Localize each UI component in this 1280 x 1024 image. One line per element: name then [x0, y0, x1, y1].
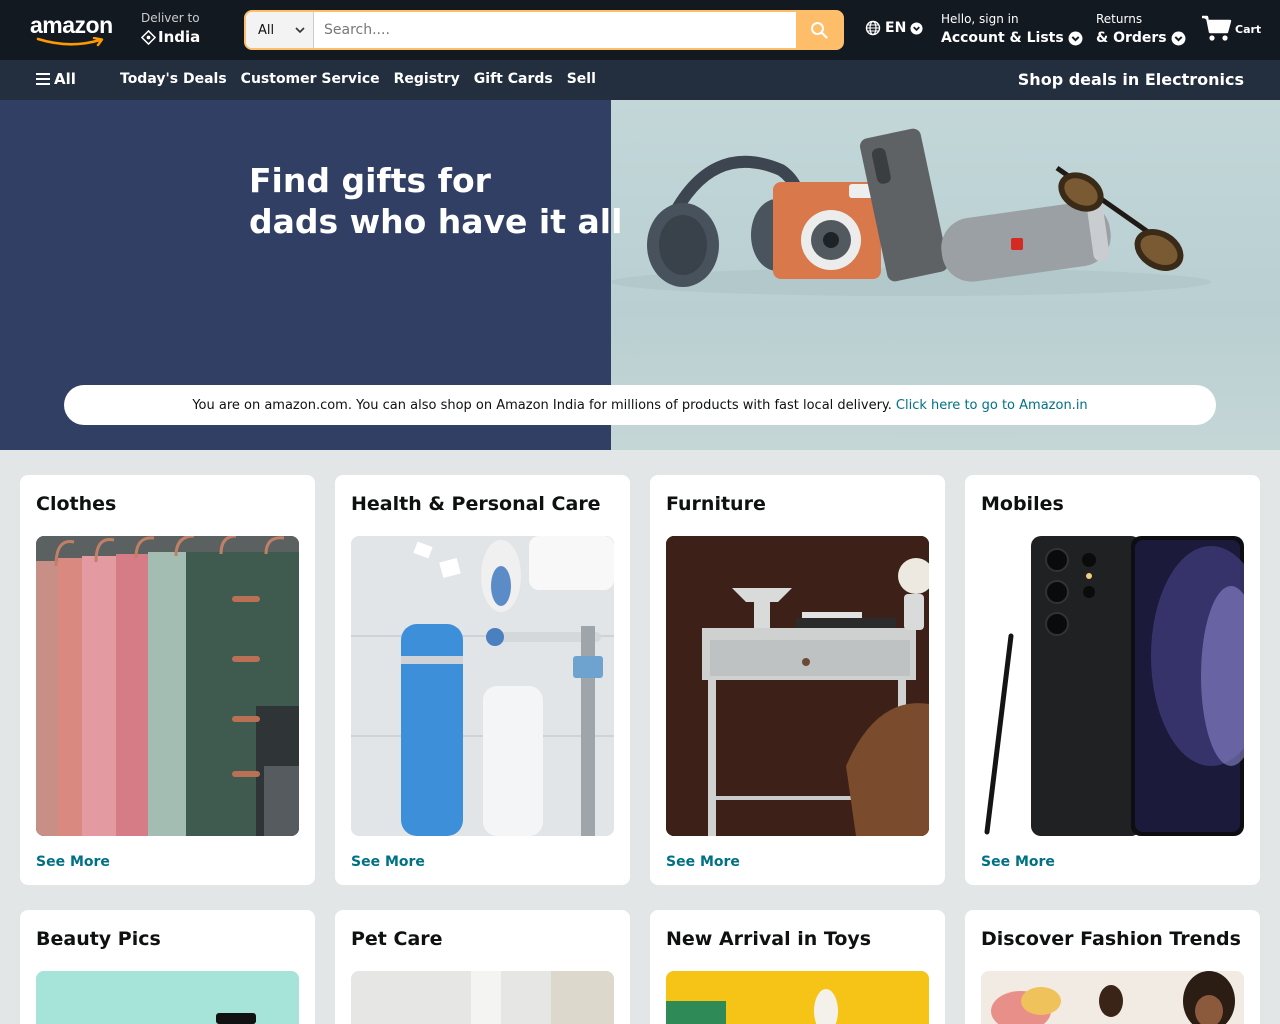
- see-more-link[interactable]: See More: [981, 854, 1055, 870]
- chevron-circle-icon: [910, 21, 923, 35]
- pet-care-image[interactable]: [351, 971, 614, 1024]
- orders-label: & Orders: [1096, 30, 1167, 46]
- top-header: amazon Deliver to India All Search.... E…: [0, 0, 1280, 60]
- toys-image[interactable]: [666, 971, 929, 1024]
- see-more-link[interactable]: See More: [36, 854, 110, 870]
- returns-label: Returns: [1096, 12, 1143, 26]
- toys-illustration: [666, 971, 929, 1024]
- amazon-logo[interactable]: amazon: [30, 12, 114, 48]
- amazon-india-link[interactable]: Click here to go to Amazon.in: [896, 398, 1088, 413]
- search-input[interactable]: [314, 12, 796, 48]
- account-greeting: Hello, sign in: [941, 12, 1019, 26]
- hero-title: Find gifts for dads who have it all: [249, 160, 622, 242]
- cart-button[interactable]: Cart: [1201, 14, 1261, 42]
- camera-image: [773, 182, 881, 279]
- account-lists-label: Account & Lists: [941, 30, 1064, 46]
- clothes-image[interactable]: [36, 536, 299, 836]
- nav-link-sell[interactable]: Sell: [567, 71, 596, 87]
- location-pin-icon: [141, 29, 156, 45]
- category-card-health: Health & Personal Care See More: [335, 475, 630, 885]
- search-icon: [811, 22, 828, 39]
- category-card-beauty: Beauty Pics: [20, 910, 315, 1024]
- fashion-illustration: [981, 971, 1244, 1024]
- electronics-deals-link[interactable]: Shop deals in Electronics: [1018, 70, 1244, 89]
- nav-link-todays-deals[interactable]: Today's Deals: [120, 71, 227, 87]
- fashion-trends-image[interactable]: [981, 971, 1244, 1024]
- logo-text: amazon: [30, 12, 113, 38]
- deliver-to[interactable]: Deliver to India: [141, 10, 200, 48]
- all-menu-label: All: [54, 70, 76, 88]
- cart-label: Cart: [1235, 23, 1262, 36]
- region-notice: You are on amazon.com. You can also shop…: [64, 385, 1216, 425]
- pet-illustration: [351, 971, 614, 1024]
- chevron-circle-icon: [1171, 31, 1186, 45]
- health-illustration: [351, 536, 614, 836]
- hero-title-line1: Find gifts for: [249, 161, 491, 200]
- category-card-fashion-trends: Discover Fashion Trends: [965, 910, 1260, 1024]
- nav-links: Today's Deals Customer Service Registry …: [120, 71, 596, 87]
- deliver-location: India: [141, 26, 200, 48]
- card-title: Mobiles: [981, 493, 1064, 515]
- returns-orders[interactable]: Returns & Orders: [1096, 11, 1186, 49]
- deliver-label: Deliver to: [141, 11, 200, 25]
- furniture-illustration: [666, 536, 929, 836]
- all-menu-button[interactable]: All: [36, 70, 76, 88]
- see-more-link[interactable]: See More: [351, 854, 425, 870]
- account-lists[interactable]: Hello, sign in Account & Lists: [941, 11, 1083, 49]
- card-title: Furniture: [666, 493, 766, 515]
- search-button[interactable]: [796, 12, 842, 48]
- card-title: New Arrival in Toys: [666, 928, 872, 950]
- hero-banner[interactable]: Find gifts for dads who have it all You …: [0, 100, 1280, 450]
- card-title: Clothes: [36, 493, 117, 515]
- mobiles-image[interactable]: [981, 536, 1244, 836]
- furniture-image[interactable]: [666, 536, 929, 836]
- card-title: Health & Personal Care: [351, 493, 601, 515]
- see-more-link[interactable]: See More: [666, 854, 740, 870]
- category-card-toys: New Arrival in Toys: [650, 910, 945, 1024]
- globe-icon: [865, 20, 881, 36]
- language-label: EN: [885, 20, 907, 36]
- chevron-down-icon: [295, 27, 305, 34]
- beauty-illustration: [36, 971, 299, 1024]
- orders-row: & Orders: [1096, 27, 1186, 49]
- logo-smile-icon: [36, 37, 104, 47]
- card-title: Beauty Pics: [36, 928, 161, 950]
- search-category-select[interactable]: All: [246, 12, 314, 48]
- account-lists-row: Account & Lists: [941, 27, 1083, 49]
- clothes-illustration: [36, 536, 299, 836]
- nav-link-registry[interactable]: Registry: [394, 71, 460, 87]
- beauty-image[interactable]: [36, 971, 299, 1024]
- deliver-country: India: [158, 28, 201, 46]
- nav-link-gift-cards[interactable]: Gift Cards: [474, 71, 553, 87]
- search-bar: All: [244, 10, 844, 50]
- hamburger-icon: [36, 73, 50, 85]
- language-selector[interactable]: EN: [865, 20, 923, 36]
- category-card-mobiles: Mobiles See More: [965, 475, 1260, 885]
- category-card-pet-care: Pet Care: [335, 910, 630, 1024]
- category-card-furniture: Furniture See More: [650, 475, 945, 885]
- card-title: Pet Care: [351, 928, 443, 950]
- health-care-image[interactable]: [351, 536, 614, 836]
- mobile-illustration: [981, 536, 1244, 836]
- hero-title-line2: dads who have it all: [249, 202, 623, 241]
- chevron-circle-icon: [1068, 31, 1083, 45]
- region-notice-text: You are on amazon.com. You can also shop…: [192, 397, 892, 413]
- nav-link-customer-service[interactable]: Customer Service: [241, 71, 380, 87]
- sub-navigation: All Today's Deals Customer Service Regis…: [0, 60, 1280, 100]
- cart-icon: [1202, 15, 1232, 41]
- card-title: Discover Fashion Trends: [981, 928, 1241, 950]
- search-category-label: All: [258, 22, 275, 38]
- category-card-clothes: Clothes See More: [20, 475, 315, 885]
